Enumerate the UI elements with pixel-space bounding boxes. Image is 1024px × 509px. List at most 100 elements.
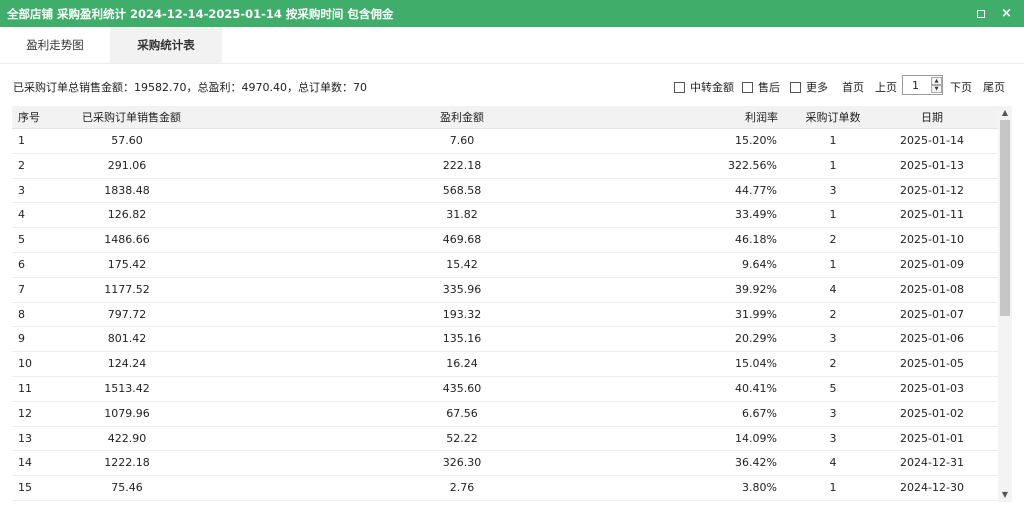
table-row[interactable]: 12 1079.96 67.56 6.67% 3 2025-01-02 xyxy=(12,401,998,427)
cell-sales: 1177.52 xyxy=(104,282,150,296)
spin-up-icon[interactable]: ▲ xyxy=(931,77,942,85)
last-page-link[interactable]: 尾页 xyxy=(983,79,1005,95)
vertical-scrollbar[interactable]: ▲ ▼ xyxy=(998,106,1012,502)
cell-rate: 6.67% xyxy=(742,406,777,420)
cell-date: 2025-01-12 xyxy=(900,183,964,197)
purchase-stats-table: 序号 已采购订单销售金额 盈利金额 利润率 采购订单数 日期 1 57.60 7… xyxy=(12,106,1012,502)
title-bar: 全部店铺 采购盈利统计 2024-12-14-2025-01-14 按采购时间 … xyxy=(0,0,1024,27)
cell-sales: 175.42 xyxy=(107,257,147,271)
table-row[interactable]: 6 175.42 15.42 9.64% 1 2025-01-09 xyxy=(12,252,998,278)
close-button[interactable]: × xyxy=(998,5,1015,22)
table-row[interactable]: 2 291.06 222.18 322.56% 1 2025-01-13 xyxy=(12,153,998,179)
table-row[interactable]: 15 75.46 2.76 3.80% 1 2024-12-30 xyxy=(12,476,998,501)
cell-rate: 46.18% xyxy=(735,233,777,247)
cell-seq: 8 xyxy=(18,307,25,321)
page-number-spinner[interactable]: ▲ ▼ xyxy=(902,75,943,95)
cell-profit: 435.60 xyxy=(442,381,482,395)
cell-profit: 16.24 xyxy=(446,357,478,371)
cell-rate: 15.20% xyxy=(735,134,777,147)
cell-sales: 797.72 xyxy=(107,307,147,321)
cell-order-count: 1 xyxy=(829,481,837,495)
cell-order-count: 1 xyxy=(829,134,837,147)
cell-rate: 44.77% xyxy=(735,183,777,197)
cell-seq: 6 xyxy=(18,257,25,271)
header-seq[interactable]: 序号 xyxy=(18,106,58,129)
cell-profit: 52.22 xyxy=(446,431,478,445)
first-page-link[interactable]: 首页 xyxy=(842,79,864,95)
more-checkbox[interactable]: 更多 xyxy=(790,79,828,95)
cell-seq: 3 xyxy=(18,183,25,197)
tab-profit-trend[interactable]: 盈利走势图 xyxy=(0,27,110,63)
scroll-up-icon[interactable]: ▲ xyxy=(998,106,1012,120)
header-profit[interactable]: 盈利金额 xyxy=(392,106,532,129)
cell-date: 2025-01-13 xyxy=(900,158,964,172)
checkbox-box[interactable] xyxy=(674,81,685,93)
cell-sales: 801.42 xyxy=(107,332,147,346)
cell-order-count: 4 xyxy=(829,282,837,296)
table-row[interactable]: 11 1513.42 435.60 40.41% 5 2025-01-03 xyxy=(12,376,998,402)
table-row[interactable]: 5 1486.66 469.68 46.18% 2 2025-01-10 xyxy=(12,228,998,253)
checkbox-box[interactable] xyxy=(790,81,801,93)
cell-profit: 31.82 xyxy=(446,208,478,222)
transfer-amount-checkbox[interactable]: 中转金额 xyxy=(674,79,734,95)
cell-profit: 222.18 xyxy=(442,158,482,172)
header-order-count[interactable]: 采购订单数 xyxy=(798,106,868,129)
page-number-input[interactable] xyxy=(903,76,931,94)
next-page-link[interactable]: 下页 xyxy=(950,79,972,95)
cell-rate: 14.09% xyxy=(735,431,777,445)
table-row[interactable]: 1 57.60 7.60 15.20% 1 2025-01-14 xyxy=(12,129,998,154)
header-rate[interactable]: 利润率 xyxy=(692,106,782,129)
table-row[interactable]: 9 801.42 135.16 20.29% 3 2025-01-06 xyxy=(12,327,998,353)
cell-date: 2025-01-09 xyxy=(900,257,964,271)
maximize-button[interactable] xyxy=(972,5,989,22)
prev-page-link[interactable]: 上页 xyxy=(875,79,897,95)
tab-bar: 盈利走势图 采购统计表 xyxy=(0,27,1024,64)
checkbox-label: 更多 xyxy=(806,81,828,94)
cell-seq: 10 xyxy=(18,357,32,371)
checkbox-label: 中转金额 xyxy=(690,81,734,94)
cell-seq: 11 xyxy=(18,381,32,395)
after-sales-checkbox[interactable]: 售后 xyxy=(742,79,780,95)
scrollbar-thumb[interactable] xyxy=(1000,120,1010,316)
cell-seq: 7 xyxy=(18,282,25,296)
cell-rate: 31.99% xyxy=(735,307,777,321)
table-row[interactable]: 7 1177.52 335.96 39.92% 4 2025-01-08 xyxy=(12,277,998,303)
spinner-buttons: ▲ ▼ xyxy=(931,77,942,93)
cell-order-count: 3 xyxy=(829,431,837,445)
tab-purchase-stats[interactable]: 采购统计表 xyxy=(110,27,222,63)
cell-sales: 1486.66 xyxy=(104,233,150,247)
cell-sales: 422.90 xyxy=(107,431,147,445)
cell-date: 2025-01-02 xyxy=(900,406,964,420)
table-row[interactable]: 4 126.82 31.82 33.49% 1 2025-01-11 xyxy=(12,203,998,229)
cell-date: 2025-01-08 xyxy=(900,282,964,296)
table-row[interactable]: 8 797.72 193.32 31.99% 2 2025-01-07 xyxy=(12,302,998,328)
cell-order-count: 2 xyxy=(829,233,837,247)
table-row[interactable]: 13 422.90 52.22 14.09% 3 2025-01-01 xyxy=(12,426,998,452)
checkbox-box[interactable] xyxy=(742,81,753,93)
scroll-down-icon[interactable]: ▼ xyxy=(998,488,1012,502)
header-sales[interactable]: 已采购订单销售金额 xyxy=(82,106,182,129)
spin-down-icon[interactable]: ▼ xyxy=(931,85,942,93)
cell-sales: 75.46 xyxy=(111,481,143,495)
cell-profit: 67.56 xyxy=(446,406,478,420)
cell-seq: 12 xyxy=(18,406,32,420)
cell-date: 2025-01-05 xyxy=(900,357,964,371)
header-date[interactable]: 日期 xyxy=(882,106,982,129)
cell-date: 2025-01-03 xyxy=(900,381,964,395)
cell-profit: 193.32 xyxy=(442,307,482,321)
cell-order-count: 1 xyxy=(829,158,837,172)
cell-order-count: 2 xyxy=(829,307,837,321)
cell-sales: 126.82 xyxy=(107,208,147,222)
table-row[interactable]: 10 124.24 16.24 15.04% 2 2025-01-05 xyxy=(12,352,998,377)
table-row[interactable]: 3 1838.48 568.58 44.77% 3 2025-01-12 xyxy=(12,178,998,204)
cell-order-count: 3 xyxy=(829,406,837,420)
cell-sales: 291.06 xyxy=(107,158,147,172)
cell-order-count: 4 xyxy=(829,456,837,470)
summary-text: 已采购订单总销售金额：19582.70，总盈利：4970.40，总订单数：70 xyxy=(13,81,367,94)
toolbar: 已采购订单总销售金额：19582.70，总盈利：4970.40，总订单数：70 … xyxy=(0,64,1024,106)
cell-profit: 469.68 xyxy=(442,233,482,247)
table-row[interactable]: 14 1222.18 326.30 36.42% 4 2024-12-31 xyxy=(12,451,998,477)
checkbox-label: 售后 xyxy=(758,81,780,94)
cell-sales: 1513.42 xyxy=(104,381,150,395)
close-icon: × xyxy=(1001,6,1012,21)
